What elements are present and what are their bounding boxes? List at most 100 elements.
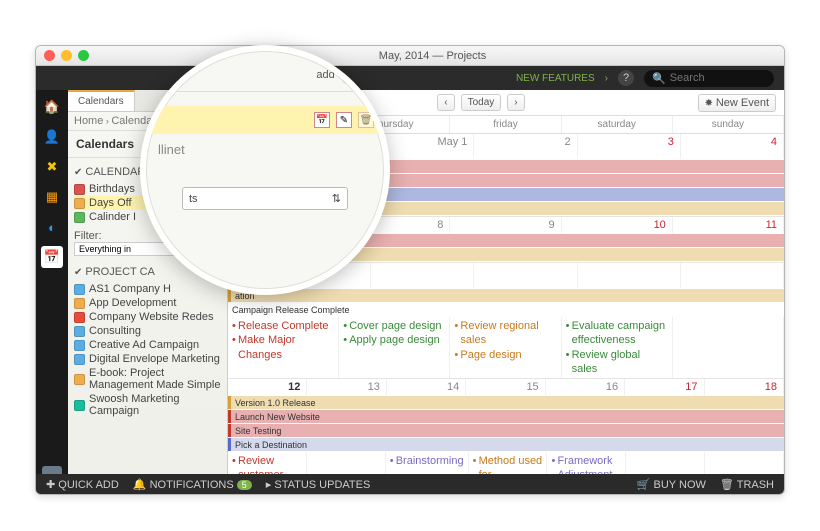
checkbox-icon[interactable]	[74, 312, 85, 323]
day-number[interactable]	[681, 263, 784, 288]
task-cell: Evaluate campaign effectivenessReview gl…	[562, 317, 673, 378]
home-icon[interactable]: 🏠	[41, 96, 63, 118]
chevron-right-icon: ›	[605, 73, 608, 84]
new-event-button[interactable]: ✸ New Event	[698, 94, 776, 112]
checkbox-icon[interactable]	[74, 284, 85, 295]
help-button[interactable]: ?	[618, 70, 634, 86]
task-item[interactable]: Cover page design	[343, 319, 445, 333]
window-title: May, 2014 — Projects	[89, 50, 776, 62]
day-number[interactable]: 14	[387, 379, 466, 395]
task-cell: Cover page designApply page design	[339, 317, 450, 378]
day-number[interactable]: 11	[673, 217, 784, 233]
day-number[interactable]	[578, 263, 681, 288]
checkbox-icon[interactable]	[74, 340, 85, 351]
user-icon[interactable]: 👤	[41, 126, 63, 148]
window-controls	[44, 50, 89, 61]
prev-button[interactable]: ‹	[437, 94, 454, 111]
event-bar[interactable]: Pick a Destination	[228, 438, 784, 451]
task-cell: Review regional salesPage design	[450, 317, 561, 378]
day-number[interactable]: 4	[681, 134, 784, 159]
task-item[interactable]: Make Major Changes	[232, 333, 334, 362]
buy-button[interactable]: 🛒 BUY NOW	[637, 478, 706, 491]
event-bar[interactable]: Version 1.0 Release	[228, 396, 784, 409]
calendar-item[interactable]: E-book: Project Management Made Simple	[74, 366, 221, 392]
search-input[interactable]	[670, 72, 766, 84]
task-item[interactable]: Apply page design	[343, 333, 445, 347]
day-number[interactable]: 17	[625, 379, 704, 395]
statusbar: ✚ QUICK ADD 🔔 NOTIFICATIONS 5 ▸ STATUS U…	[36, 474, 784, 494]
day-column-header: saturday	[562, 116, 673, 133]
day-number[interactable]: 2	[474, 134, 577, 159]
day-number[interactable]: 9	[450, 217, 561, 233]
calendar-icon[interactable]: 📅	[41, 246, 63, 268]
checkbox-icon[interactable]	[74, 374, 85, 385]
task-item[interactable]: Release Complete	[232, 319, 334, 333]
sidebar-title: Calendars	[76, 137, 134, 151]
calendar-item[interactable]: AS1 Company H	[74, 282, 221, 296]
minimize-icon[interactable]	[61, 50, 72, 61]
project-select-zoom[interactable]: ts⇅	[182, 187, 348, 210]
delete-icon[interactable]: 🗑	[358, 112, 374, 128]
task-cell	[673, 317, 784, 378]
magnifier-overlay: « add⌄ 📅 ✎ 🗑 llinet ts⇅	[140, 45, 390, 295]
day-number[interactable]: 13	[307, 379, 386, 395]
day-number[interactable]: 16	[546, 379, 625, 395]
checkbox-icon[interactable]	[74, 198, 85, 209]
calendar-item[interactable]: Creative Ad Campaign	[74, 338, 221, 352]
day-number[interactable]: 12	[228, 379, 307, 395]
zoom-icon[interactable]	[78, 50, 89, 61]
notifications-button[interactable]: 🔔 NOTIFICATIONS 5	[133, 478, 252, 491]
checkbox-icon[interactable]	[74, 212, 85, 223]
event-bar[interactable]: Launch New Website	[228, 410, 784, 423]
event-bar[interactable]: Campaign Release Complete	[228, 303, 784, 316]
status-updates-button[interactable]: ▸ STATUS UPDATES	[266, 478, 371, 491]
next-button[interactable]: ›	[507, 94, 524, 111]
close-icon[interactable]	[44, 50, 55, 61]
calendar-item[interactable]: Consulting	[74, 324, 221, 338]
topbar: NEW FEATURES › ? 🔍	[36, 66, 784, 90]
checkbox-icon[interactable]	[74, 298, 85, 309]
reports-icon[interactable]: ◐	[41, 216, 63, 238]
checkbox-icon[interactable]	[74, 400, 85, 411]
day-column-header: sunday	[673, 116, 784, 133]
calendar-small-icon[interactable]: 📅	[314, 112, 330, 128]
edit-icon[interactable]: ✎	[336, 112, 352, 128]
search-field[interactable]: 🔍	[644, 70, 774, 87]
quick-add-button[interactable]: ✚ QUICK ADD	[46, 478, 119, 491]
day-number[interactable]: 10	[562, 217, 673, 233]
tab-calendars[interactable]: Calendars	[68, 90, 135, 111]
calendar-item[interactable]: Digital Envelope Marketing	[74, 352, 221, 366]
checkbox-icon[interactable]	[74, 354, 85, 365]
day-number[interactable]: 3	[578, 134, 681, 159]
app-window: May, 2014 — Projects NEW FEATURES › ? 🔍 …	[35, 45, 785, 495]
filter-text-zoom: llinet	[146, 142, 384, 157]
new-features-link[interactable]: NEW FEATURES	[516, 73, 595, 84]
task-item[interactable]: Review regional sales	[454, 319, 556, 348]
event-bar[interactable]: ation	[228, 289, 784, 302]
day-number[interactable]: 15	[466, 379, 545, 395]
nav-rail: 🏠 👤 ✖ ▦ ◐ 📅	[36, 90, 68, 494]
tasks-icon[interactable]: ▦	[41, 186, 63, 208]
task-cell: Release CompleteMake Major Changes	[228, 317, 339, 378]
day-column-header: friday	[450, 116, 561, 133]
today-button[interactable]: Today	[461, 94, 502, 111]
checkbox-icon[interactable]	[74, 326, 85, 337]
day-number[interactable]	[371, 263, 474, 288]
task-item[interactable]: Page design	[454, 348, 556, 362]
task-item[interactable]: Evaluate campaign effectiveness	[566, 319, 668, 348]
trash-button[interactable]: 🗑 TRASH	[720, 478, 774, 491]
stepper-icon[interactable]: ⇅	[332, 192, 341, 205]
projects-icon[interactable]: ✖	[41, 156, 63, 178]
day-number[interactable]: 18	[705, 379, 784, 395]
selected-calendar-row[interactable]: 📅 ✎ 🗑	[146, 106, 384, 134]
calendar-item[interactable]: App Development	[74, 296, 221, 310]
day-number[interactable]	[474, 263, 577, 288]
event-bar[interactable]: Site Testing	[228, 424, 784, 437]
titlebar: May, 2014 — Projects	[36, 46, 784, 66]
calendar-item[interactable]: Company Website Redes	[74, 310, 221, 324]
checkbox-icon[interactable]	[74, 184, 85, 195]
task-item[interactable]: Brainstorming	[390, 454, 464, 468]
task-item[interactable]: Review global sales	[566, 348, 668, 377]
search-icon: 🔍	[652, 72, 666, 85]
calendar-item[interactable]: Swoosh Marketing Campaign	[74, 392, 221, 418]
